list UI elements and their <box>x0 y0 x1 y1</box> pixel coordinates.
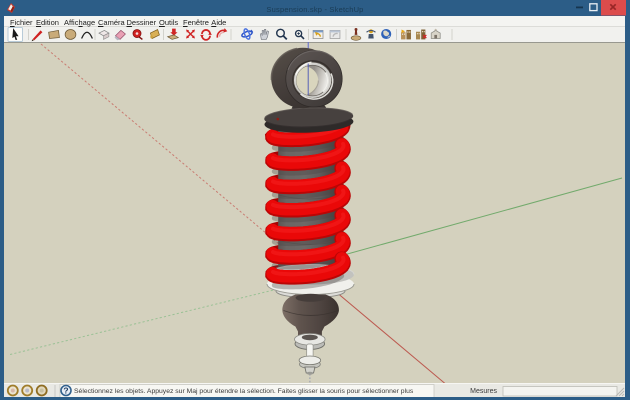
svg-text:Mesures: Mesures <box>470 388 497 395</box>
svg-text:Sélectionnez les objets. Appuy: Sélectionnez les objets. Appuyez sur Maj… <box>74 388 414 395</box>
svg-text:?: ? <box>63 385 68 395</box>
